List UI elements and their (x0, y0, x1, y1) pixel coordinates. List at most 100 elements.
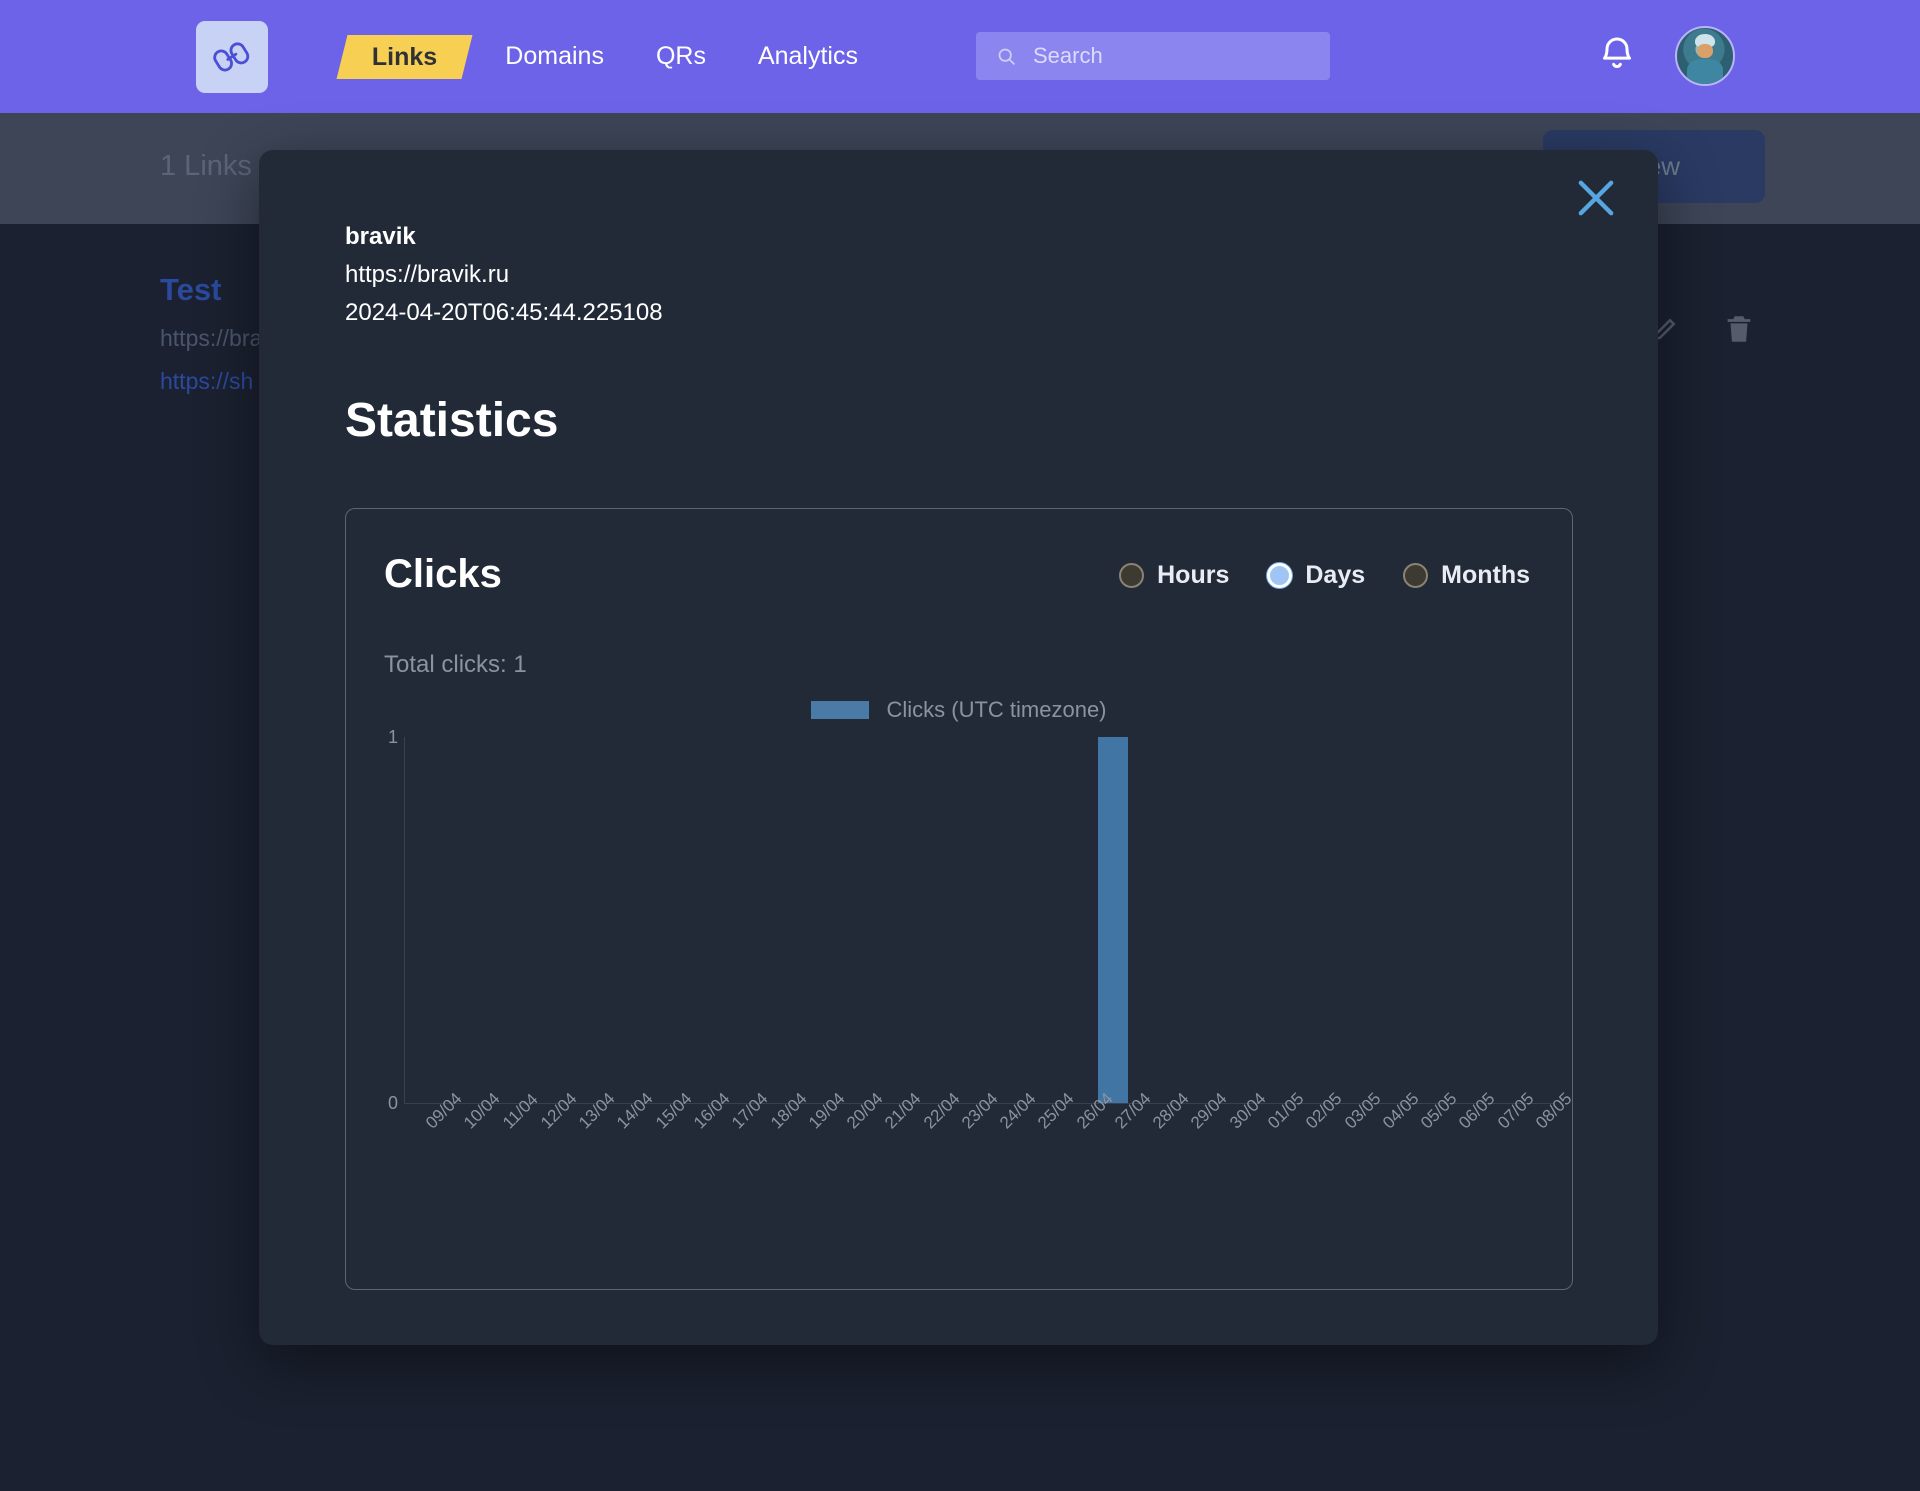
chart-title: Clicks (384, 552, 502, 596)
bar-slot (864, 737, 902, 1103)
x-label-slot: 18/04 (749, 1089, 811, 1181)
bar-slot (902, 737, 940, 1103)
bar-slot (1132, 737, 1170, 1103)
x-label-slot: 26/04 (1056, 1089, 1117, 1181)
bar-slot (1017, 737, 1055, 1103)
x-label-slot: 07/05 (1476, 1089, 1538, 1181)
bar[interactable] (1097, 737, 1128, 1103)
granularity-radio-group: Hours Days Months (1119, 561, 1530, 590)
bar-slot (1247, 737, 1285, 1103)
x-label-slot: 29/04 (1170, 1089, 1231, 1181)
radio-days-label: Days (1305, 561, 1366, 589)
radio-hours-label: Hours (1157, 561, 1230, 589)
top-navigation-bar: Links Domains QRs Analytics (0, 0, 1920, 113)
x-label-slot: 27/04 (1094, 1089, 1155, 1181)
x-label-slot: 06/05 (1438, 1089, 1499, 1181)
clicks-chart-card: Clicks Total clicks: 1 Hours Days Months (345, 508, 1576, 1290)
close-icon[interactable] (1570, 172, 1622, 224)
bar-slot (1438, 737, 1476, 1103)
bar-slot (405, 737, 443, 1103)
nav-tab-list: Links Domains QRs Analytics (330, 0, 884, 113)
x-label-slot: 20/04 (826, 1089, 887, 1181)
nav-tab-links[interactable]: Links (336, 34, 473, 79)
radio-hours[interactable]: Hours (1119, 561, 1229, 590)
bar-slot (1170, 737, 1208, 1103)
x-label-slot: 11/04 (482, 1090, 542, 1181)
radio-days[interactable]: Days (1267, 561, 1365, 590)
y-tick-max: 1 (387, 727, 398, 747)
x-label-slot: 21/04 (864, 1089, 925, 1181)
radio-days-dot (1267, 563, 1293, 588)
bar-slot (673, 737, 711, 1103)
x-label-slot: 02/05 (1285, 1089, 1346, 1181)
x-tick-labels: 09/04 10/04 11/04 12/04 13/04 14/04 15/04 16/04… (405, 1089, 1576, 1181)
link-url: https://bravik.ru (345, 261, 510, 288)
bar-slot (1209, 737, 1247, 1103)
x-label-slot: 04/05 (1362, 1089, 1423, 1181)
chart-legend: Clicks (UTC timezone) (346, 697, 1572, 723)
x-label-slot: 16/04 (673, 1089, 734, 1181)
link-statistics-modal: bravik https://bravik.ru 2024-04-20T06:4… (259, 150, 1658, 1345)
x-label-slot: 17/04 (711, 1089, 772, 1181)
x-label-slot: 24/04 (979, 1089, 1040, 1181)
x-label-slot: 28/04 (1132, 1089, 1193, 1181)
bar-slot (1323, 737, 1361, 1103)
nav-tab-analytics[interactable]: Analytics (732, 0, 884, 113)
bar-slot (635, 737, 673, 1103)
bar-slot (711, 737, 749, 1103)
x-label-slot: 03/05 (1323, 1089, 1385, 1181)
link-title[interactable]: Test (160, 272, 221, 308)
bell-icon[interactable] (1597, 34, 1641, 78)
nav-tab-domains[interactable]: Domains (479, 0, 630, 113)
x-label-slot: 25/04 (1017, 1089, 1078, 1181)
bar-slot (1400, 737, 1438, 1103)
x-label-slot: 22/04 (902, 1089, 964, 1181)
search-box[interactable] (976, 32, 1330, 80)
radio-months[interactable]: Months (1403, 561, 1530, 590)
bar-slot (1056, 737, 1094, 1103)
bar-slot (596, 737, 634, 1103)
x-label-slot: 01/05 (1247, 1089, 1308, 1181)
nav-tab-qrs[interactable]: QRs (630, 0, 732, 113)
bar-slot (979, 737, 1017, 1103)
radio-months-label: Months (1441, 561, 1530, 589)
x-label-slot: 09/04 (405, 1089, 466, 1181)
x-label-slot: 14/04 (596, 1089, 657, 1181)
bar-slot (482, 737, 520, 1103)
x-label-slot: 23/04 (941, 1089, 1002, 1181)
x-label-slot: 13/04 (558, 1089, 619, 1181)
x-label-slot: 30/04 (1209, 1089, 1270, 1181)
bar-slot (749, 737, 787, 1103)
link-chain-icon[interactable] (196, 21, 268, 93)
bar-slot (1476, 737, 1514, 1103)
legend-swatch-clicks (811, 701, 870, 719)
bar-slot (1515, 737, 1553, 1103)
links-count-label: 1 Links (160, 150, 252, 182)
bar-series (405, 737, 1553, 1103)
user-avatar[interactable] (1675, 26, 1735, 86)
link-created-at: 2024-04-20T06:45:44.225108 (345, 299, 663, 326)
bar-slot (788, 737, 826, 1103)
nav-tab-links-label: Links (372, 42, 438, 70)
radio-hours-dot (1119, 563, 1145, 588)
link-short-url[interactable]: https://sh (160, 368, 253, 395)
bar-slot (558, 737, 596, 1103)
legend-label-clicks: Clicks (UTC timezone) (886, 697, 1107, 722)
total-clicks-label: Total clicks: 1 (384, 651, 527, 678)
trash-icon[interactable] (1722, 310, 1756, 348)
search-input[interactable] (1033, 43, 1303, 69)
link-name: bravik (345, 223, 416, 250)
avatar-face (1697, 43, 1713, 59)
avatar-body (1687, 58, 1723, 84)
clicks-bar-chart: 1 0 09/04 10/04 11/04 12/04 13/04 14/04 15/04 1… (368, 727, 1576, 1211)
bar-slot (1285, 737, 1323, 1103)
bar-slot (941, 737, 979, 1103)
y-tick-min: 0 (387, 1093, 398, 1113)
x-label-slot: 12/04 (520, 1089, 581, 1181)
x-label-slot: 05/05 (1400, 1089, 1461, 1181)
x-label-slot: 08/05 (1515, 1089, 1576, 1181)
link-meta-block: bravik https://bravik.ru 2024-04-20T06:4… (345, 218, 663, 332)
x-label-slot: 10/04 (443, 1089, 504, 1181)
page-title: Statistics (345, 394, 559, 447)
link-destination-url: https://bra (160, 325, 263, 351)
